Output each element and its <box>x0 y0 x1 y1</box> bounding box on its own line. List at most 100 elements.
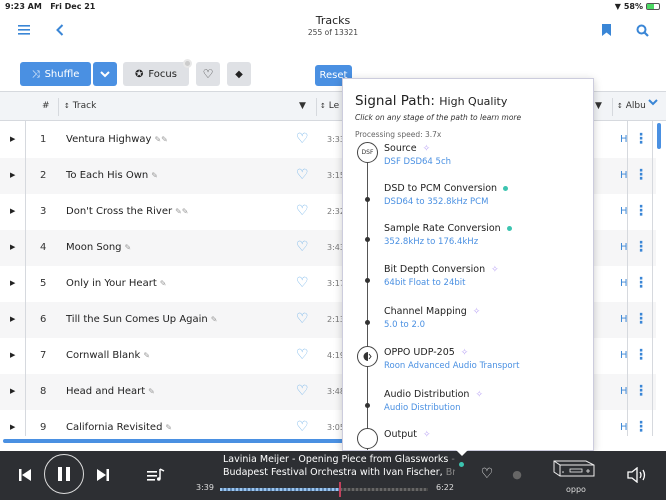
filter-icon[interactable]: ▼ <box>299 101 306 111</box>
seek-bar[interactable] <box>220 482 428 497</box>
more-options-icon[interactable]: ⋮ <box>634 383 648 399</box>
shuffle-options-button[interactable] <box>93 62 117 86</box>
next-button[interactable] <box>92 464 114 486</box>
column-divider <box>25 121 26 436</box>
play-track-icon[interactable]: ▶ <box>10 135 15 143</box>
signal-path-stage[interactable]: Bit Depth Conversion ✧ 64bit Float to 24bi… <box>384 264 499 288</box>
menu-button[interactable] <box>16 22 32 38</box>
signal-path-stage[interactable]: DSD to PCM Conversion DSD64 to 352.8kHz P… <box>384 183 509 207</box>
now-playing-title[interactable]: Lavinia Meijer - Opening Piece from Glas… <box>223 454 455 465</box>
sort-icon: ↕ <box>64 102 70 110</box>
more-options-icon[interactable]: ⋮ <box>634 131 648 147</box>
heart-outline-icon[interactable]: ♡ <box>296 131 309 147</box>
stage-name: Sample Rate Conversion <box>384 223 501 234</box>
play-track-icon[interactable]: ▶ <box>10 207 15 215</box>
seek-bar-handle[interactable] <box>338 482 341 497</box>
queue-button[interactable] <box>145 464 167 486</box>
search-icon <box>636 24 649 37</box>
total-time: 6:22 <box>436 483 454 492</box>
more-options-icon[interactable]: ⋮ <box>634 239 648 255</box>
track-name[interactable]: California Revisited ✎ <box>66 422 172 433</box>
more-options-icon[interactable]: ⋮ <box>634 167 648 183</box>
now-playing-artist[interactable]: Budapest Festival Orchestra with Ivan Fi… <box>223 467 455 478</box>
column-album[interactable]: ↕ Albu <box>617 101 646 111</box>
edit-tag-icon: ✎ <box>124 243 132 252</box>
volume-button[interactable] <box>626 464 648 486</box>
column-number[interactable]: # <box>42 101 50 111</box>
signal-path-hint: Click on any stage of the path to learn … <box>355 113 522 122</box>
column-length[interactable]: ↕ Le <box>320 101 339 111</box>
speaker-node-icon <box>357 346 378 367</box>
stage-detail: Roon Advanced Audio Transport <box>384 361 520 371</box>
status-time: 9:23 AM Fri Dec 21 <box>5 2 96 11</box>
focus-button[interactable]: ✪ Focus <box>123 59 192 86</box>
track-name[interactable]: To Each His Own ✎ <box>66 170 158 181</box>
heart-outline-icon[interactable]: ♡ <box>296 311 309 327</box>
track-name[interactable]: Moon Song ✎ <box>66 242 131 253</box>
skip-previous-icon <box>19 469 31 481</box>
track-name[interactable]: Till the Sun Comes Up Again ✎ <box>66 314 217 325</box>
volume-icon <box>627 467 646 483</box>
heart-outline-icon[interactable]: ♡ <box>296 275 309 291</box>
play-track-icon[interactable]: ▶ <box>10 171 15 179</box>
heart-outline-icon[interactable]: ♡ <box>296 383 309 399</box>
path-node-dot <box>365 197 370 202</box>
heart-outline-icon[interactable]: ♡ <box>296 239 309 255</box>
tag-filter-button[interactable]: ◆ <box>227 62 251 86</box>
back-button[interactable] <box>52 22 68 38</box>
favorite-filter-button[interactable]: ♡ <box>196 62 220 86</box>
signal-quality-dot[interactable] <box>459 462 464 467</box>
signal-path-stage[interactable]: Source ✧ DSF DSD64 5ch <box>384 143 451 167</box>
skip-next-icon <box>97 469 109 481</box>
bookmark-button[interactable] <box>598 22 614 38</box>
track-name[interactable]: Only in Your Heart ✎ <box>66 278 166 289</box>
signal-path-stage[interactable]: Audio Distribution ✧ Audio Distribution <box>384 389 483 413</box>
filter-icon-album[interactable]: ▼ <box>595 101 602 111</box>
search-button[interactable] <box>634 22 650 38</box>
play-track-icon[interactable]: ▶ <box>10 315 15 323</box>
edit-tag-icon: ✎ <box>151 171 158 180</box>
more-options-icon[interactable]: ⋮ <box>634 347 648 363</box>
more-options-icon[interactable]: ⋮ <box>634 419 648 435</box>
track-name[interactable]: Ventura Highway ✎✎ <box>66 134 168 145</box>
heart-outline-icon[interactable]: ♡ <box>296 203 309 219</box>
radio-button[interactable]: ● <box>508 465 526 483</box>
track-number: 7 <box>40 350 47 361</box>
play-pause-button[interactable] <box>44 454 84 494</box>
previous-button[interactable] <box>14 464 36 486</box>
status-right: ▼ 58% <box>615 2 660 11</box>
columns-menu-button[interactable] <box>648 99 658 109</box>
source-node-icon: DSF <box>357 142 378 163</box>
track-name[interactable]: Head and Heart ✎ <box>66 386 155 397</box>
shuffle-button[interactable]: ⤨ Shuffle <box>20 62 91 86</box>
zone-name: oppo <box>566 485 586 494</box>
chevron-down-icon <box>100 70 110 77</box>
sort-icon: ↕ <box>320 102 326 110</box>
play-track-icon[interactable]: ▶ <box>10 243 15 251</box>
aperture-icon: ✪ <box>135 68 144 80</box>
column-track[interactable]: ↕ Track <box>64 101 96 111</box>
signal-path-stage[interactable]: Channel Mapping ✧ 5.0 to 2.0 <box>384 306 481 330</box>
scrollbar[interactable] <box>657 123 661 149</box>
signal-path-stage[interactable]: Output ✧ <box>384 429 431 443</box>
signal-path-stage[interactable]: Sample Rate Conversion 352.8kHz to 176.4k… <box>384 223 512 247</box>
heart-outline-icon[interactable]: ♡ <box>296 167 309 183</box>
more-options-icon[interactable]: ⋮ <box>634 203 648 219</box>
more-options-icon[interactable]: ⋮ <box>634 311 648 327</box>
heart-outline-icon[interactable]: ♡ <box>296 419 309 435</box>
signal-path-stage[interactable]: OPPO UDP-205 ✧ Roon Advanced Audio Transpo… <box>384 347 519 371</box>
track-name[interactable]: Cornwall Blank ✎ <box>66 350 150 361</box>
track-name[interactable]: Don't Cross the River ✎✎ <box>66 206 189 217</box>
edit-tag-icon: ✎✎ <box>175 207 189 216</box>
favorite-button[interactable]: ♡ <box>478 465 496 483</box>
zone-button[interactable] <box>551 456 597 482</box>
play-track-icon[interactable]: ▶ <box>10 387 15 395</box>
heart-outline-icon[interactable]: ♡ <box>296 347 309 363</box>
play-track-icon[interactable]: ▶ <box>10 423 15 431</box>
play-track-icon[interactable]: ▶ <box>10 279 15 287</box>
play-track-icon[interactable]: ▶ <box>10 351 15 359</box>
horizontal-scrollbar[interactable] <box>3 439 348 443</box>
more-options-icon[interactable]: ⋮ <box>634 275 648 291</box>
hamburger-icon <box>18 25 30 35</box>
column-divider <box>316 98 317 116</box>
